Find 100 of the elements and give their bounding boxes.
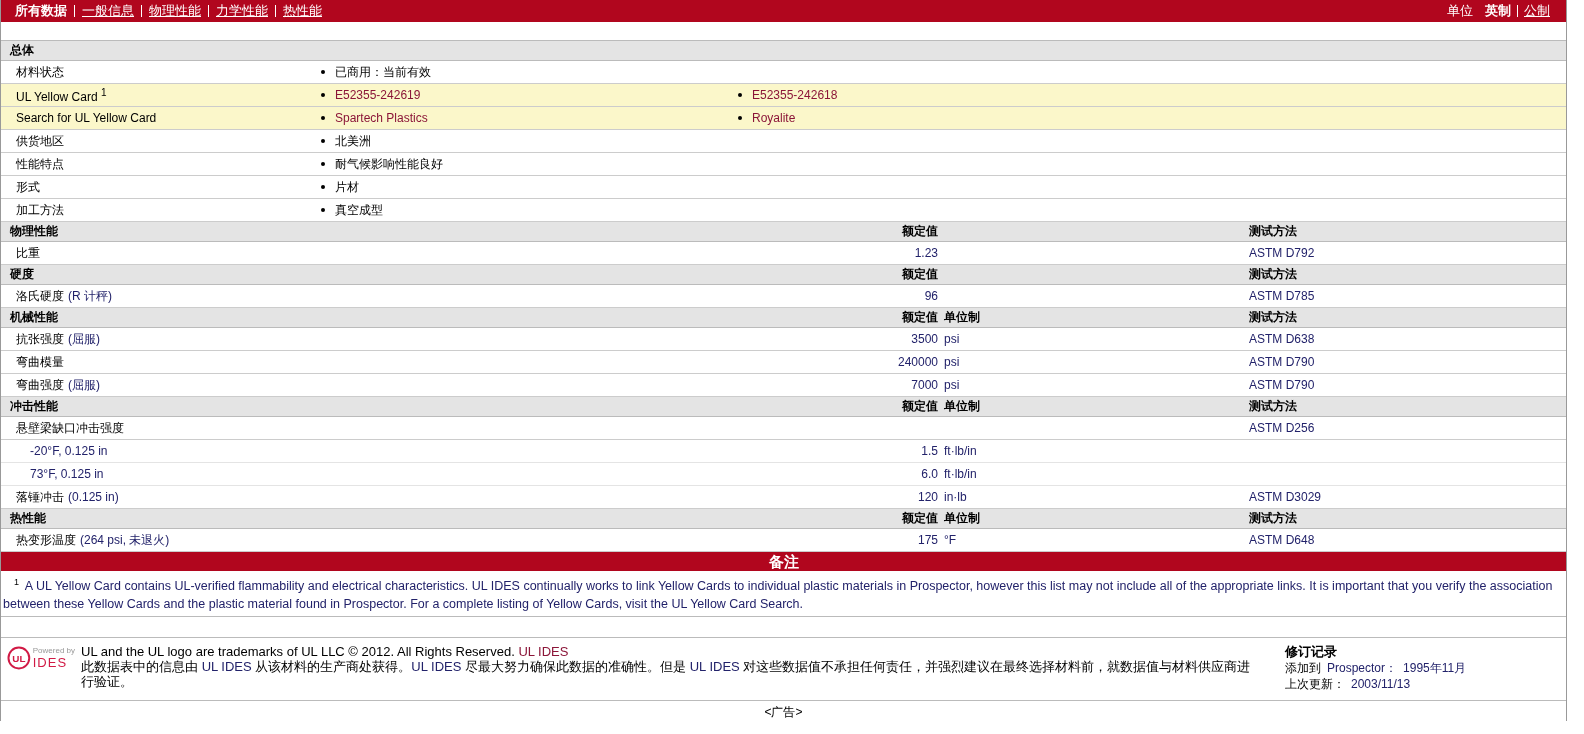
unit-option[interactable]: 公制: [1517, 5, 1550, 17]
nav-link[interactable]: 力学性能: [208, 5, 275, 17]
bullet-icon: [321, 93, 325, 97]
revision-label: 上次更新：: [1285, 676, 1345, 693]
logo-caption: Powered by: [32, 646, 75, 656]
column-header: 测试方法: [1249, 309, 1298, 326]
units-label: 单位: [1447, 2, 1473, 20]
property-qualifier: (0.125 in): [68, 489, 119, 504]
info-label: 性能特点: [15, 155, 65, 173]
info-value: 真空成型: [335, 201, 383, 219]
column-header: 单位制: [944, 399, 980, 413]
property-qualifier: (264 psi, 未退火): [80, 532, 170, 547]
property-qualifier: (R 计秤): [68, 288, 112, 303]
section-title: 物理性能: [9, 223, 59, 240]
trademark-text: UL and the UL logo are trademarks of UL LLC © 2012. All Rights Reserved. UL IDES: [81, 644, 570, 660]
info-label: 加工方法: [15, 201, 65, 219]
property-label: 比重: [16, 245, 40, 260]
section-title: 冲击性能: [9, 398, 59, 415]
info-value: 北美洲: [335, 132, 371, 150]
column-header: 单位制: [944, 310, 980, 324]
section-title: 热性能: [9, 510, 47, 527]
info-link[interactable]: E52355-242618: [752, 88, 838, 102]
property-label: 弯曲模量: [16, 354, 64, 369]
property-unit: ft·lb/in: [944, 467, 977, 481]
info-label: UL Yellow Card $^{1}$: [15, 86, 108, 104]
bullet-icon: [738, 116, 742, 120]
revision-label: 添加到: [1285, 660, 1321, 677]
nav-link[interactable]: 物理性能: [141, 5, 208, 17]
property-value: 1.5: [921, 444, 938, 458]
info-value: 耐气候影响性能良好: [335, 155, 443, 173]
property-value: 240000: [897, 355, 938, 369]
property-label: 悬壁梁缺口冲击强度: [16, 420, 124, 435]
revision-date: 1995年11月: [1403, 660, 1467, 677]
revision-title: 修订记录: [1285, 644, 1338, 661]
info-link[interactable]: Royalite: [752, 111, 796, 125]
info-value: 已商用：当前有效: [335, 63, 431, 81]
logo-text: IDES: [32, 655, 69, 671]
property-label: 抗张强度: [16, 331, 64, 346]
property-label: 落锤冲击: [16, 489, 64, 504]
test-method: ASTM D3029: [1249, 490, 1322, 504]
info-link[interactable]: E52355-242619: [335, 88, 421, 102]
test-method: ASTM D792: [1249, 246, 1315, 260]
column-header: 测试方法: [1249, 266, 1298, 283]
property-value: 7000: [911, 378, 938, 392]
info-label: Search for UL Yellow Card: [15, 111, 158, 125]
ad-label: <广告>: [764, 705, 803, 720]
bullet-icon: [321, 185, 325, 189]
unit-option[interactable]: 英制: [1479, 5, 1517, 17]
property-unit: psi: [944, 332, 960, 346]
property-unit: in·lb: [944, 490, 967, 504]
property-value: 96: [924, 289, 938, 303]
info-label: 材料状态: [15, 63, 65, 81]
section-title: 总体: [8, 42, 35, 59]
bullet-icon: [321, 208, 325, 212]
section-title: 硬度: [9, 266, 35, 283]
test-method: ASTM D648: [1249, 533, 1315, 547]
property-unit: psi: [944, 355, 960, 369]
info-value: 片材: [335, 178, 359, 196]
column-header: 额定值: [901, 223, 938, 240]
disclaimer-text: 此数据表中的信息由 UL IDES 从该材料的生产商处获得。UL IDES 尽最大努力确保此数据的准确性。但是 UL IDES 对这些数据值不承担任何责任，并强烈建议在最终选择材料前，就数据值与材料供应商进行验证。: [81, 659, 1252, 690]
nav-link[interactable]: 热性能: [275, 5, 329, 17]
footnote-text: $^{1}$ A UL Yellow Card contains UL-verified flammability and electrical characteristics. UL IDES continually works to link Yellow Cards to individual plastic materials in Prospector, however this list may not include all of the appropriate links. It is important that you verify the association between these Yellow Cards and the plastic material found in Prospector. For a complete listing of Yellow Cards, visit the UL Yellow Card Search.: [1, 571, 1566, 618]
property-label: 洛氏硬度: [16, 288, 64, 303]
test-method: ASTM D790: [1249, 355, 1315, 369]
nav-link[interactable]: 一般信息: [74, 5, 141, 17]
test-method: ASTM D638: [1249, 332, 1315, 346]
property-value: 6.0: [921, 467, 938, 481]
bullet-icon: [738, 93, 742, 97]
property-value: 3500: [911, 332, 938, 346]
notes-header: 备注: [1, 552, 1566, 571]
info-label: 形式: [15, 178, 41, 196]
test-method: ASTM D785: [1249, 289, 1315, 303]
property-label: 弯曲强度: [16, 377, 64, 392]
nav-link[interactable]: 所有数据: [13, 5, 74, 17]
property-unit: °F: [944, 533, 957, 547]
column-header: 额定值: [901, 309, 938, 326]
column-header: 测试方法: [1249, 398, 1298, 415]
condition-label: -20°F, 0.125 in: [30, 444, 108, 458]
condition-label: 73°F, 0.125 in: [30, 467, 104, 481]
test-method: ASTM D790: [1249, 378, 1315, 392]
property-label: 热变形温度: [16, 532, 76, 547]
test-method: ASTM D256: [1249, 421, 1315, 435]
property-value: 120: [917, 490, 938, 504]
column-header: 测试方法: [1249, 510, 1298, 527]
property-unit: psi: [944, 378, 960, 392]
info-label: 供货地区: [15, 132, 65, 150]
bullet-icon: [321, 70, 325, 74]
section-title: 机械性能: [9, 309, 59, 326]
column-header: 额定值: [901, 398, 938, 415]
column-header: 额定值: [901, 510, 938, 527]
column-header: 测试方法: [1249, 223, 1298, 240]
bullet-icon: [321, 162, 325, 166]
property-qualifier: (屈服): [68, 331, 100, 346]
column-header: 额定值: [901, 266, 938, 283]
revision-source: Prospector：: [1327, 660, 1398, 677]
property-unit: ft·lb/in: [944, 444, 977, 458]
property-value: 175: [917, 533, 938, 547]
column-header: 单位制: [944, 511, 980, 525]
revision-date: 2003/11/13: [1351, 676, 1411, 693]
info-link[interactable]: Spartech Plastics: [335, 111, 428, 125]
